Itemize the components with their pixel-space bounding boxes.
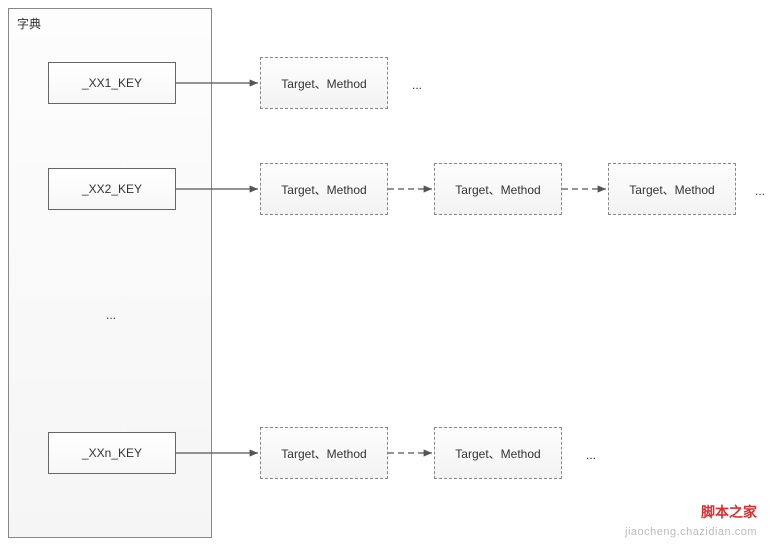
watermark-url: jiaocheng.chazidian.com [625, 526, 757, 538]
key-box: _XXn_KEY [48, 432, 176, 474]
key-label: _XX2_KEY [82, 182, 142, 196]
watermark-brand: 脚本之家 [701, 502, 757, 522]
target-label: Target、Method [455, 445, 540, 462]
target-label: Target、Method [629, 181, 714, 198]
target-box: Target、Method [434, 163, 562, 215]
target-box: Target、Method [260, 427, 388, 479]
target-label: Target、Method [281, 75, 366, 92]
row-ellipsis: ... [412, 78, 422, 92]
target-label: Target、Method [281, 445, 366, 462]
target-box: Target、Method [434, 427, 562, 479]
target-box: Target、Method [608, 163, 736, 215]
key-box: _XX1_KEY [48, 62, 176, 104]
dictionary-title: 字典 [17, 15, 41, 32]
row-ellipsis: ... [586, 448, 596, 462]
key-label: _XXn_KEY [82, 446, 142, 460]
target-box: Target、Method [260, 163, 388, 215]
target-box: Target、Method [260, 57, 388, 109]
target-label: Target、Method [281, 181, 366, 198]
target-label: Target、Method [455, 181, 540, 198]
key-box: _XX2_KEY [48, 168, 176, 210]
key-label: _XX1_KEY [82, 76, 142, 90]
row-ellipsis: ... [755, 184, 765, 198]
vertical-ellipsis: ... [106, 308, 116, 322]
